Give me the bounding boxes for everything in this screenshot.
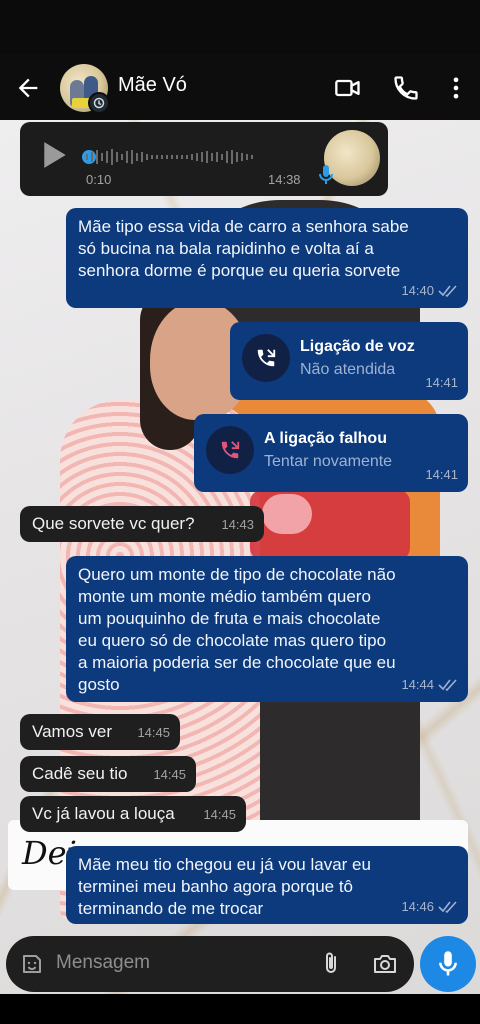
failed-call-icon <box>206 426 254 474</box>
waveform-bar <box>251 155 253 159</box>
call-retry-link[interactable]: Tentar novamente <box>264 451 392 473</box>
message-text-line: Mãe tipo essa vida de carro a senhora sa… <box>78 217 409 236</box>
message-time: 14:41 <box>425 375 458 390</box>
waveform-bar <box>201 152 203 162</box>
waveform-bar <box>196 153 198 161</box>
video-call-icon[interactable] <box>334 74 362 102</box>
waveform-bar <box>126 151 128 163</box>
voice-record-button[interactable] <box>420 936 476 992</box>
message-time: 14:45 <box>153 767 186 782</box>
call-status: Não atendida <box>300 361 396 378</box>
message-text: Que sorvete vc quer? <box>32 514 195 533</box>
waveform-bar <box>231 150 233 164</box>
voice-duration: 0:10 <box>86 172 112 187</box>
waveform-bar <box>101 153 103 161</box>
message-text-line: terminei meu banho agora porque tô <box>78 877 354 896</box>
system-nav-bar <box>0 994 480 1024</box>
waveform-bar <box>216 152 218 162</box>
voice-message[interactable]: 0:10 14:38 <box>20 122 388 196</box>
message-text-line: Mãe meu tio chegou eu já vou lavar eu <box>78 855 371 874</box>
waveform-bar <box>146 154 148 160</box>
sticker-icon[interactable] <box>20 952 44 976</box>
back-arrow-icon[interactable] <box>14 74 42 102</box>
double-check-icon <box>438 679 457 691</box>
message-time: 14:45 <box>137 725 170 740</box>
mic-icon <box>319 165 333 184</box>
message-text-line: só bucina na bala rapidinho e volta aí a <box>78 239 374 258</box>
message-bubble-incoming[interactable]: Vc já lavou a louça 14:45 <box>20 796 246 832</box>
waveform-bar <box>131 150 133 164</box>
message-input[interactable]: Mensagem <box>56 952 150 974</box>
message-bubble-incoming[interactable]: Vamos ver 14:45 <box>20 714 180 750</box>
waveform-bar <box>221 154 223 160</box>
waveform-bar <box>121 154 123 160</box>
double-check-icon <box>438 285 457 297</box>
waveform-bar <box>166 155 168 159</box>
message-time: 14:40 <box>401 283 434 298</box>
waveform-bar <box>246 154 248 160</box>
double-check-icon <box>438 901 457 913</box>
missed-call-icon <box>242 334 290 382</box>
message-time: 14:46 <box>401 899 434 914</box>
status-icon <box>88 92 110 114</box>
message-text-line: um pouquinho de fruta e mais chocolate <box>78 609 381 628</box>
waveform-bar <box>141 152 143 162</box>
waveform-bar <box>86 154 88 160</box>
more-vert-icon[interactable] <box>442 74 470 102</box>
chat-header: Mãe Vó <box>0 54 480 120</box>
waveform-bar <box>116 152 118 162</box>
message-time: 14:41 <box>425 467 458 482</box>
waveform-bar <box>181 155 183 159</box>
waveform-bar <box>96 150 98 164</box>
voice-time: 14:38 <box>268 172 301 187</box>
phone-icon[interactable] <box>392 74 420 102</box>
message-bubble-outgoing[interactable]: Quero um monte de tipo de chocolate não … <box>66 556 468 702</box>
message-time: 14:44 <box>401 677 434 692</box>
waveform-bar <box>161 155 163 159</box>
waveform-bar <box>171 155 173 159</box>
message-text-line: eu quero só de chocolate mas quero tipo <box>78 631 387 650</box>
waveform-bar <box>211 153 213 161</box>
waveform-bar <box>241 153 243 161</box>
voice-waveform[interactable] <box>86 148 253 166</box>
waveform-bar <box>206 151 208 163</box>
call-bubble[interactable]: Ligação de voz Não atendida 14:41 <box>230 322 468 400</box>
call-title: A ligação falhou <box>264 430 387 447</box>
waveform-bar <box>191 154 193 160</box>
contact-avatar[interactable] <box>60 64 110 114</box>
chat-area[interactable]: Dei 0:10 14:38 Mãe tipo essa vida de car… <box>0 120 480 994</box>
message-text-line: gosto <box>78 675 120 694</box>
waveform-bar <box>226 151 228 163</box>
message-bubble-outgoing[interactable]: Mãe tipo essa vida de carro a senhora sa… <box>66 208 468 308</box>
call-bubble[interactable]: A ligação falhou Tentar novamente 14:41 <box>194 414 468 492</box>
message-text-line: monte um monte médio também quero <box>78 587 371 606</box>
waveform-bar <box>111 149 113 165</box>
waveform-bar <box>106 151 108 163</box>
message-text-line: Quero um monte de tipo de chocolate não <box>78 565 396 584</box>
waveform-bar <box>236 152 238 162</box>
waveform-bar <box>156 155 158 159</box>
message-composer[interactable]: Mensagem <box>6 936 414 992</box>
waveform-bar <box>176 155 178 159</box>
waveform-bar <box>186 155 188 159</box>
camera-icon[interactable] <box>372 952 398 976</box>
message-text-line: terminando de me trocar <box>78 899 264 918</box>
play-icon[interactable] <box>42 140 68 170</box>
message-bubble-incoming[interactable]: Cadê seu tio 14:45 <box>20 756 196 792</box>
message-bubble-outgoing[interactable]: Mãe meu tio chegou eu já vou lavar eu te… <box>66 846 468 924</box>
mic-icon <box>439 951 457 976</box>
message-text-line: a maioria poderia ser de chocolate que e… <box>78 653 396 672</box>
message-time: 14:43 <box>221 517 254 532</box>
message-text-line: senhora dorme é porque eu queria sorvete <box>78 261 401 280</box>
waveform-bar <box>151 155 153 159</box>
message-bubble-incoming[interactable]: Que sorvete vc quer? 14:43 <box>20 506 264 542</box>
contact-name[interactable]: Mãe Vó <box>118 74 187 97</box>
waveform-bar <box>91 152 93 162</box>
waveform-bar <box>136 153 138 161</box>
message-time: 14:45 <box>203 807 236 822</box>
attach-icon[interactable] <box>320 951 342 977</box>
call-title: Ligação de voz <box>300 338 415 355</box>
status-bar <box>0 0 480 54</box>
